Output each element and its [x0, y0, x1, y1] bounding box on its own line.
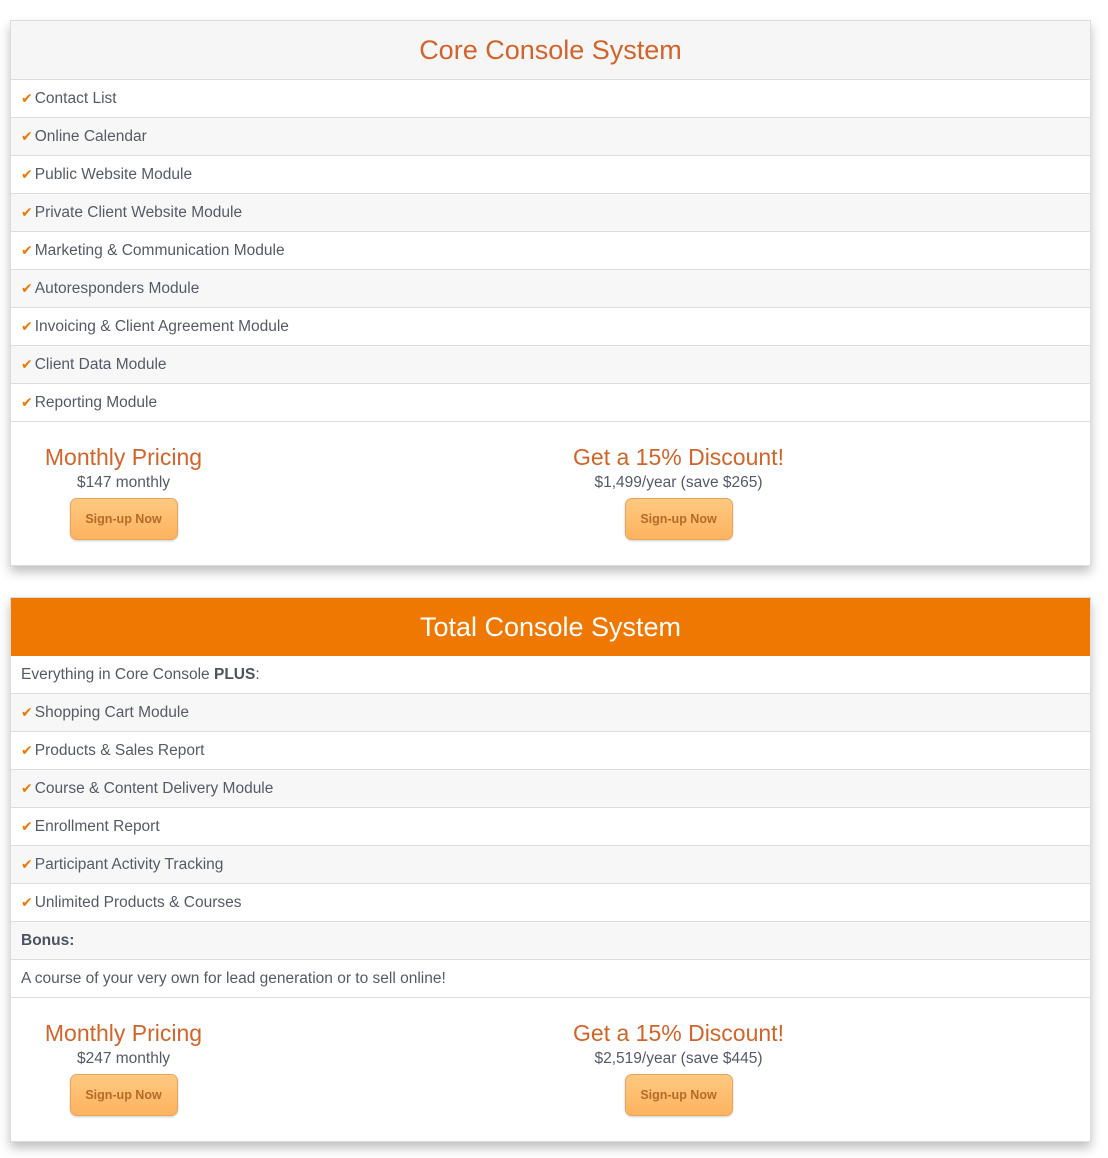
core-annual-signup-button[interactable]: Sign-up Now — [624, 498, 733, 540]
feature-item: ✔ Private Client Website Module — [11, 194, 1090, 232]
feature-item: ✔ Course & Content Delivery Module — [11, 770, 1090, 808]
check-icon: ✔ — [21, 166, 33, 182]
check-icon: ✔ — [21, 894, 33, 910]
feature-item: ✔ Reporting Module — [11, 384, 1090, 422]
total-console-title: Total Console System — [11, 598, 1090, 656]
total-annual-pricing: Get a 15% Discount! $2,519/year (save $4… — [571, 1018, 786, 1116]
total-monthly-pricing: Monthly Pricing $247 monthly Sign-up Now — [41, 1018, 206, 1116]
annual-price: $2,519/year (save $445) — [594, 1050, 763, 1067]
feature-item: ✔ Invoicing & Client Agreement Module — [11, 308, 1090, 346]
check-icon: ✔ — [21, 742, 33, 758]
core-monthly-signup-button[interactable]: Sign-up Now — [69, 498, 178, 540]
feature-item: ✔ Unlimited Products & Courses — [11, 884, 1090, 922]
check-icon: ✔ — [21, 818, 33, 834]
total-feature-list: Everything in Core Console PLUS: ✔ Shoppi… — [11, 656, 1090, 998]
total-annual-signup-button[interactable]: Sign-up Now — [624, 1074, 733, 1116]
core-console-panel: Core Console System ✔ Contact List ✔ Onlin… — [10, 20, 1091, 566]
check-icon: ✔ — [21, 394, 33, 410]
bonus-text-row: A course of your very own for lead gener… — [11, 960, 1090, 998]
check-icon: ✔ — [21, 356, 33, 372]
bonus-label-row: Bonus: — [11, 922, 1090, 960]
feature-item: ✔ Public Website Module — [11, 156, 1090, 194]
intro-row: Everything in Core Console PLUS: — [11, 656, 1090, 694]
check-icon: ✔ — [21, 90, 33, 106]
check-icon: ✔ — [21, 856, 33, 872]
total-pricing: Monthly Pricing $247 monthly Sign-up Now… — [11, 998, 1090, 1138]
feature-item: ✔ Contact List — [11, 80, 1090, 118]
monthly-pricing-title: Monthly Pricing — [44, 444, 203, 470]
total-console-panel: Total Console System Everything in Core … — [10, 597, 1091, 1142]
check-icon: ✔ — [21, 280, 33, 296]
annual-price: $1,499/year (save $265) — [594, 474, 763, 491]
core-pricing: Monthly Pricing $147 monthly Sign-up Now… — [11, 422, 1090, 562]
feature-item: ✔ Participant Activity Tracking — [11, 846, 1090, 884]
check-icon: ✔ — [21, 318, 33, 334]
core-feature-list: ✔ Contact List ✔ Online Calendar ✔ Public W… — [11, 80, 1090, 422]
discount-title: Get a 15% Discount! — [573, 444, 784, 470]
check-icon: ✔ — [21, 204, 33, 220]
check-icon: ✔ — [21, 128, 33, 144]
feature-item: ✔ Client Data Module — [11, 346, 1090, 384]
monthly-pricing-title: Monthly Pricing — [44, 1020, 203, 1046]
check-icon: ✔ — [21, 704, 33, 720]
check-icon: ✔ — [21, 780, 33, 796]
feature-item: ✔ Autoresponders Module — [11, 270, 1090, 308]
check-icon: ✔ — [21, 242, 33, 258]
core-console-title: Core Console System — [11, 21, 1090, 80]
feature-item: ✔ Products & Sales Report — [11, 732, 1090, 770]
core-annual-pricing: Get a 15% Discount! $1,499/year (save $2… — [571, 442, 786, 540]
total-monthly-signup-button[interactable]: Sign-up Now — [69, 1074, 178, 1116]
core-monthly-pricing: Monthly Pricing $147 monthly Sign-up Now — [41, 442, 206, 540]
monthly-price: $147 monthly — [76, 474, 171, 491]
discount-title: Get a 15% Discount! — [573, 1020, 784, 1046]
feature-item: ✔ Enrollment Report — [11, 808, 1090, 846]
feature-item: ✔ Shopping Cart Module — [11, 694, 1090, 732]
monthly-price: $247 monthly — [76, 1050, 171, 1067]
feature-item: ✔ Online Calendar — [11, 118, 1090, 156]
feature-item: ✔ Marketing & Communication Module — [11, 232, 1090, 270]
